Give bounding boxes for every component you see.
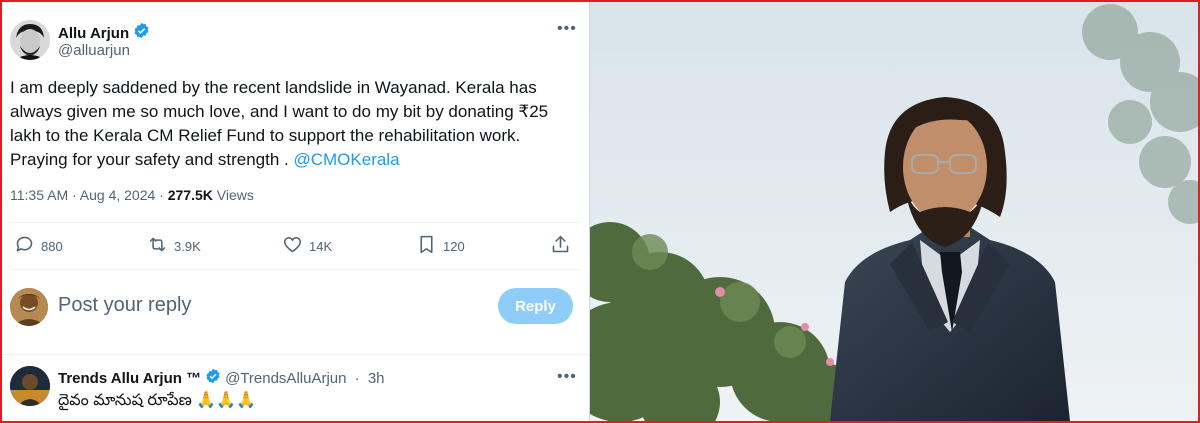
attached-photo[interactable]: [590, 2, 1198, 421]
more-options-icon[interactable]: •••: [557, 20, 577, 38]
tweet-text: I am deeply saddened by the recent lands…: [10, 76, 580, 172]
like-count: 14K: [309, 238, 333, 254]
divider: [2, 354, 589, 355]
bookmark-action[interactable]: 120: [416, 224, 465, 268]
comment-header: Trends Allu Arjun ™ @TrendsAlluArjun · 3…: [58, 368, 385, 388]
reply-button[interactable]: Reply: [498, 288, 573, 324]
author-name[interactable]: Allu Arjun: [58, 25, 129, 42]
user-avatar[interactable]: [10, 288, 48, 326]
heart-icon: [282, 234, 303, 258]
reply-composer: Post your reply Reply: [2, 270, 589, 344]
tweet-timestamp[interactable]: 11:35 AM · Aug 4, 2024 ·: [10, 187, 168, 203]
author-handle[interactable]: @alluarjun: [58, 42, 130, 59]
tweet-panel: Allu Arjun @alluarjun ••• I am deeply sa…: [2, 2, 590, 421]
share-action[interactable]: [550, 224, 571, 268]
reply-action[interactable]: 880: [14, 224, 63, 268]
comment-text: దైవం మానుష రూపేణ 🙏🙏🙏: [58, 392, 257, 409]
views-label: Views: [212, 187, 254, 203]
tweet-meta: 11:35 AM · Aug 4, 2024 · 277.5K Views: [10, 187, 254, 203]
photo-image: [590, 2, 1198, 421]
like-action[interactable]: 14K: [282, 224, 332, 268]
repost-icon: [147, 234, 168, 258]
reply-icon: [14, 234, 35, 258]
comment-more-icon[interactable]: •••: [557, 368, 577, 386]
bookmark-count: 120: [443, 238, 465, 254]
commenter-avatar[interactable]: [10, 366, 50, 406]
divider: [10, 222, 580, 223]
separator: ·: [350, 369, 364, 387]
share-icon: [550, 234, 571, 258]
author-avatar[interactable]: [10, 20, 50, 60]
commenter-name[interactable]: Trends Allu Arjun ™: [58, 370, 201, 387]
mention-link[interactable]: @CMOKerala: [293, 150, 399, 169]
reply-input[interactable]: Post your reply: [58, 294, 191, 317]
repost-count: 3.9K: [174, 238, 201, 254]
screenshot-frame: Allu Arjun @alluarjun ••• I am deeply sa…: [0, 0, 1200, 423]
verified-badge-icon: [205, 368, 221, 388]
repost-action[interactable]: 3.9K: [147, 224, 201, 268]
author-name-row: Allu Arjun: [58, 22, 150, 44]
verified-badge-icon: [133, 22, 150, 44]
views-count: 277.5K: [167, 187, 213, 203]
comment-time[interactable]: 3h: [368, 370, 385, 387]
reply-count: 880: [41, 238, 63, 254]
tweet-body: I am deeply saddened by the recent lands…: [10, 78, 549, 169]
action-bar: 880 3.9K 14K 120: [2, 224, 589, 268]
commenter-handle[interactable]: @TrendsAlluArjun: [225, 370, 346, 387]
bookmark-icon: [416, 234, 437, 258]
